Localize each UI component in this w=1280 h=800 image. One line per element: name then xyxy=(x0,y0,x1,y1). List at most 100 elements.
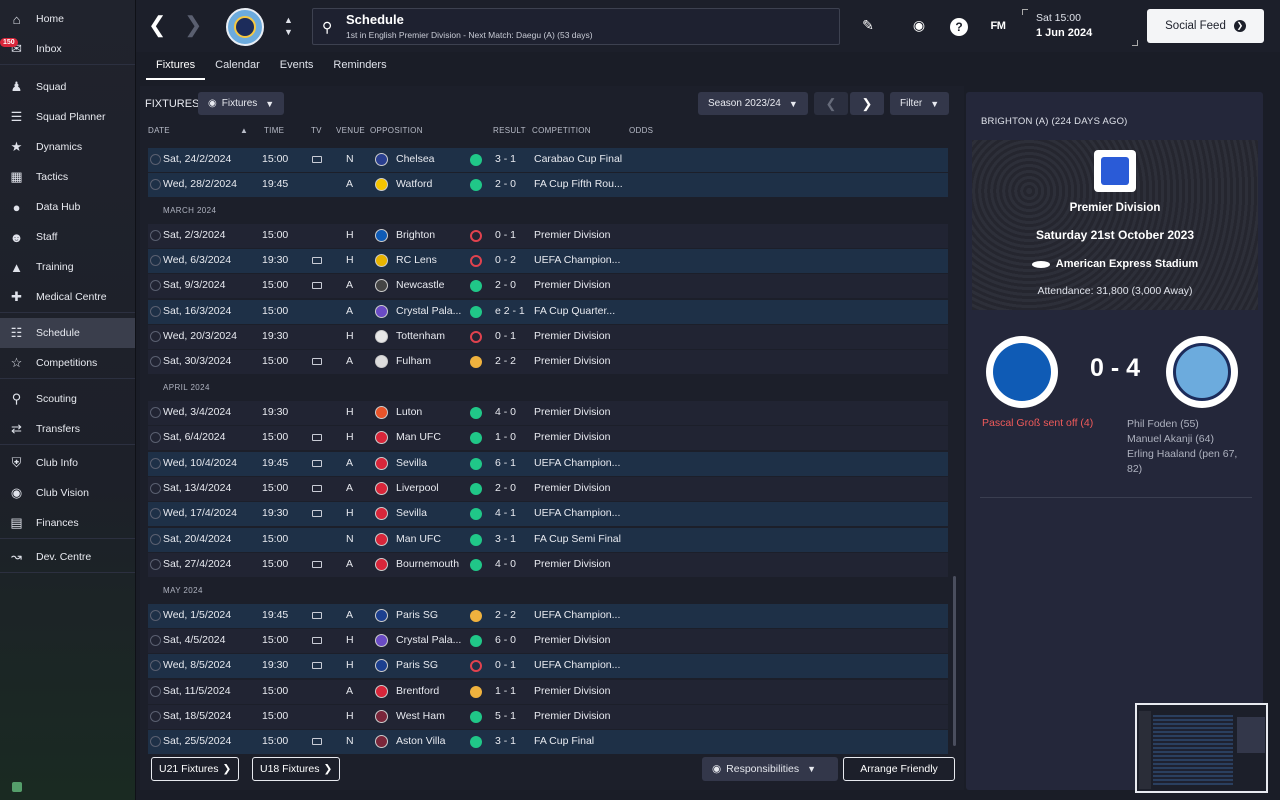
select-circle-icon[interactable] xyxy=(150,458,161,469)
table-row[interactable]: Wed, 17/4/2024 19:30 H Sevilla 4 - 1 UEFA Cha… xyxy=(148,502,948,526)
table-row[interactable]: Sat, 2/3/2024 15:00 H Brighton 0 - 1 Premier … xyxy=(148,224,948,248)
select-circle-icon[interactable] xyxy=(150,508,161,519)
next-season-button[interactable]: ❯ xyxy=(850,92,884,115)
brighton-crest-icon[interactable] xyxy=(986,336,1058,408)
column-header-competition[interactable]: COMPETITION xyxy=(532,126,591,135)
sidebar-item-finances[interactable]: ▤ Finances xyxy=(0,508,135,538)
scrollbar[interactable] xyxy=(953,576,956,746)
tab-fixtures[interactable]: Fixtures xyxy=(146,56,206,80)
table-row[interactable]: Wed, 28/2/2024 19:45 A Watford 2 - 0 FA Cup F… xyxy=(148,173,948,197)
table-row[interactable]: Sat, 6/4/2024 15:00 H Man UFC 1 - 0 Premier D… xyxy=(148,426,948,450)
table-row[interactable]: Sat, 4/5/2024 15:00 H Crystal Pala... 6 - 0 P… xyxy=(148,629,948,653)
select-circle-icon[interactable] xyxy=(150,559,161,570)
select-circle-icon[interactable] xyxy=(150,483,161,494)
previous-season-button[interactable]: ❮ xyxy=(814,92,848,115)
sidebar-item-squad[interactable]: ♟ Squad xyxy=(0,72,135,102)
table-row[interactable]: Sat, 13/4/2024 15:00 A Liverpool 2 - 0 Premie… xyxy=(148,477,948,501)
select-circle-icon[interactable] xyxy=(150,635,161,646)
forward-arrow-icon[interactable]: ❯ xyxy=(184,14,202,36)
up-down-chevron-icon[interactable]: ▲ ▼ xyxy=(284,14,293,38)
fixture-result: 0 - 1 xyxy=(495,330,517,342)
select-circle-icon[interactable] xyxy=(150,610,161,621)
column-header-opposition[interactable]: OPPOSITION xyxy=(370,126,423,135)
sidebar-item-medical-centre[interactable]: ✚ Medical Centre xyxy=(0,282,135,312)
date-box[interactable]: Sat 15:00 1 Jun 2024 xyxy=(1022,9,1138,46)
sidebar-item-data-hub[interactable]: ● Data Hub xyxy=(0,192,135,222)
column-header-result[interactable]: RESULT xyxy=(493,126,526,135)
table-row[interactable]: Sat, 20/4/2024 15:00 N Man UFC 3 - 1 FA Cup S… xyxy=(148,528,948,552)
screen-preview-thumbnail[interactable] xyxy=(1135,703,1268,793)
sidebar-item-tactics[interactable]: ▦ Tactics xyxy=(0,162,135,192)
table-row[interactable]: Wed, 10/4/2024 19:45 A Sevilla 6 - 1 UEFA Cha… xyxy=(148,452,948,476)
man-city-crest-icon[interactable] xyxy=(1166,336,1238,408)
social-feed-button[interactable]: Social Feed ❯ xyxy=(1147,9,1264,43)
table-row[interactable]: Sat, 25/5/2024 15:00 N Aston Villa 3 - 1 FA C… xyxy=(148,730,948,754)
table-row[interactable]: Sat, 9/3/2024 15:00 A Newcastle 2 - 0 Premier… xyxy=(148,274,948,298)
search-box[interactable]: ⚲ Schedule 1st in English Premier Divisi… xyxy=(312,8,840,45)
select-circle-icon[interactable] xyxy=(150,686,161,697)
sidebar-item-scouting[interactable]: ⚲ Scouting xyxy=(0,384,135,414)
column-header-time[interactable]: TIME xyxy=(264,126,284,135)
sidebar-item-home[interactable]: ⌂ Home xyxy=(0,4,135,34)
select-circle-icon[interactable] xyxy=(150,255,161,266)
select-circle-icon[interactable] xyxy=(150,534,161,545)
sidebar-item-competitions[interactable]: ☆ Competitions xyxy=(0,348,135,378)
select-circle-icon[interactable] xyxy=(150,356,161,367)
arrange-friendly-button[interactable]: Arrange Friendly xyxy=(843,757,955,781)
responsibilities-button[interactable]: ◉ Responsibilities ▼ xyxy=(702,757,838,781)
club-badge-icon[interactable] xyxy=(226,8,264,46)
select-circle-icon[interactable] xyxy=(150,736,161,747)
sidebar-item-transfers[interactable]: ⇄ Transfers xyxy=(0,414,135,444)
column-header-tv[interactable]: TV xyxy=(311,126,322,135)
tab-events[interactable]: Events xyxy=(270,56,324,80)
table-row[interactable]: Sat, 24/2/2024 15:00 N Chelsea 3 - 1 Carabao … xyxy=(148,148,948,172)
sidebar-item-club-vision[interactable]: ◉ Club Vision xyxy=(0,478,135,508)
column-header-odds[interactable]: ODDS xyxy=(629,126,653,135)
table-row[interactable]: Wed, 20/3/2024 19:30 H Tottenham 0 - 1 Premie… xyxy=(148,325,948,349)
column-header-venue[interactable]: VENUE xyxy=(336,126,365,135)
table-row[interactable]: Wed, 3/4/2024 19:30 H Luton 4 - 0 Premier Div… xyxy=(148,401,948,425)
table-row[interactable]: Sat, 27/4/2024 15:00 A Bournemouth 4 - 0 Prem… xyxy=(148,553,948,577)
tab-calendar[interactable]: Calendar xyxy=(205,56,270,80)
fixture-result: 0 - 1 xyxy=(495,229,517,241)
select-circle-icon[interactable] xyxy=(150,711,161,722)
table-row[interactable]: Sat, 16/3/2024 15:00 A Crystal Pala... e 2 -… xyxy=(148,300,948,324)
sidebar-item-dev-centre[interactable]: ↝ Dev. Centre xyxy=(0,542,135,572)
table-row[interactable]: Wed, 6/3/2024 19:30 H RC Lens 0 - 2 UEFA Cham… xyxy=(148,249,948,273)
tab-reminders[interactable]: Reminders xyxy=(323,56,396,80)
table-row[interactable]: Wed, 8/5/2024 19:30 H Paris SG 0 - 1 UEFA Cha… xyxy=(148,654,948,678)
select-circle-icon[interactable] xyxy=(150,306,161,317)
filter-dropdown[interactable]: Filter ▼ xyxy=(890,92,950,115)
back-arrow-icon[interactable]: ❮ xyxy=(148,14,166,36)
sidebar-item-dynamics[interactable]: ★ Dynamics xyxy=(0,132,135,162)
u18-fixtures-button[interactable]: U18 Fixtures ❯ xyxy=(252,757,341,781)
sidebar-item-schedule[interactable]: ☷ Schedule xyxy=(0,318,135,348)
fixtures-view-dropdown[interactable]: ◉ Fixtures ▼ xyxy=(198,92,285,115)
select-circle-icon[interactable] xyxy=(150,331,161,342)
help-icon[interactable]: ? xyxy=(950,18,968,36)
edit-pencil-icon[interactable]: ✎ xyxy=(858,17,878,34)
fm-logo-icon[interactable]: FM xyxy=(988,20,1008,32)
column-header-date[interactable]: DATE xyxy=(148,126,170,135)
select-circle-icon[interactable] xyxy=(150,407,161,418)
table-row[interactable]: Wed, 1/5/2024 19:45 A Paris SG 2 - 2 UEFA Cha… xyxy=(148,604,948,628)
table-row[interactable]: Sat, 18/5/2024 15:00 H West Ham 5 - 1 Premier… xyxy=(148,705,948,729)
sidebar-item-club-info[interactable]: ⛨ Club Info xyxy=(0,448,135,478)
sidebar-item-staff[interactable]: ☻ Staff xyxy=(0,222,135,252)
fixture-time: 19:45 xyxy=(262,457,289,469)
table-row[interactable]: Sat, 11/5/2024 15:00 A Brentford 1 - 1 Premie… xyxy=(148,680,948,704)
sidebar-item-squad-planner[interactable]: ☰ Squad Planner xyxy=(0,102,135,132)
select-circle-icon[interactable] xyxy=(150,179,161,190)
sidebar-item-inbox[interactable]: ✉ Inbox 150 xyxy=(0,34,135,64)
world-icon[interactable]: ◉ xyxy=(909,17,929,34)
select-circle-icon[interactable] xyxy=(150,230,161,241)
select-circle-icon[interactable] xyxy=(150,432,161,443)
status-icon[interactable] xyxy=(12,782,22,792)
season-dropdown[interactable]: Season 2023/24 ▼ xyxy=(698,92,808,115)
select-circle-icon[interactable] xyxy=(150,154,161,165)
select-circle-icon[interactable] xyxy=(150,280,161,291)
table-row[interactable]: Sat, 30/3/2024 15:00 A Fulham 2 - 2 Premier D… xyxy=(148,350,948,374)
u21-fixtures-button[interactable]: U21 Fixtures ❯ xyxy=(151,757,240,781)
sidebar-item-training[interactable]: ▲ Training xyxy=(0,252,135,282)
select-circle-icon[interactable] xyxy=(150,660,161,671)
